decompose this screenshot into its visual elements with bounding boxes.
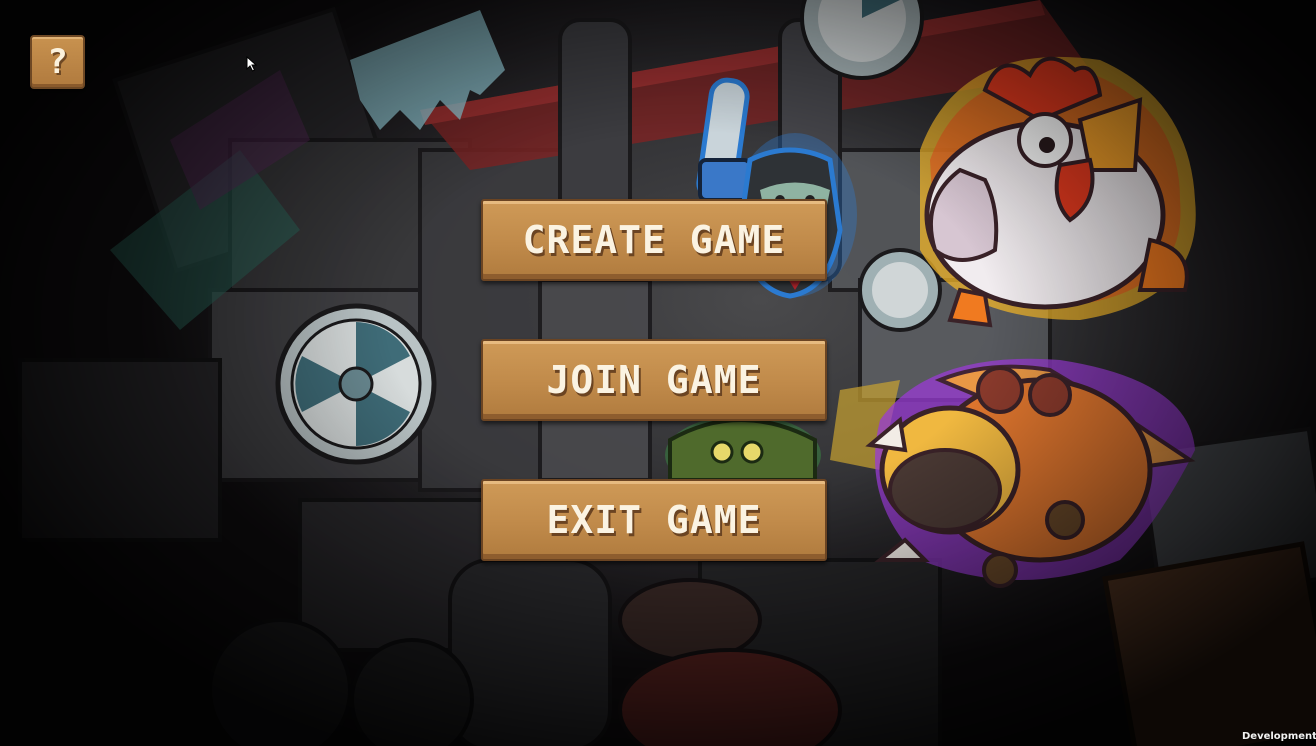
question-mark-icon: ? (47, 42, 68, 82)
exit-game-label: EXIT GAME (546, 498, 762, 542)
development-build-label: Development Build (1242, 731, 1316, 742)
help-button[interactable]: ? (30, 35, 85, 89)
join-game-button[interactable]: JOIN GAME (481, 339, 827, 421)
chicken-character (920, 56, 1196, 328)
exit-game-button[interactable]: EXIT GAME (481, 479, 827, 561)
wall-fan-left (275, 303, 437, 465)
create-game-button[interactable]: CREATE GAME (481, 199, 827, 281)
join-game-label: JOIN GAME (546, 358, 762, 402)
main-menu-screen: ? CREATE GAME JOIN GAME EXIT GAME Develo… (0, 0, 1316, 746)
dwarf-character (865, 358, 1196, 588)
mouse-cursor-icon (246, 56, 258, 72)
create-game-label: CREATE GAME (522, 218, 786, 262)
